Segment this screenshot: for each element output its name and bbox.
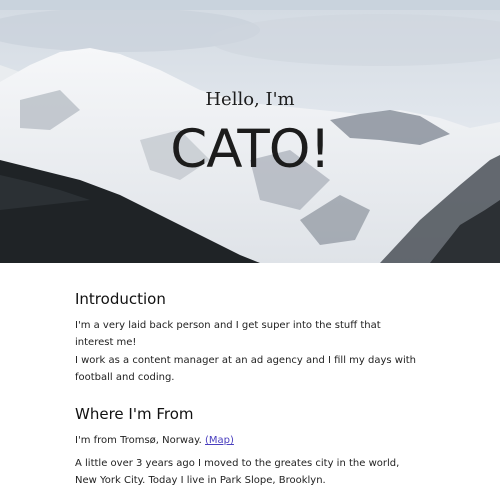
hero-greeting: Hello, I'm — [205, 89, 295, 110]
top-bar — [0, 0, 500, 10]
introduction-paragraph: I'm a very laid back person and I get su… — [75, 320, 381, 348]
introduction-heading: Introduction — [75, 290, 166, 308]
where-from-paragraph: A little over 3 years ago I moved to the… — [75, 458, 400, 486]
where-from-paragraph: I'm from Tromsø, Norway. (Map) — [75, 432, 420, 449]
where-from-text: I'm from Tromsø, Norway. — [75, 435, 206, 446]
hero-name: CATO! — [170, 119, 331, 180]
introduction-paragraph: I work as a content manager at an ad age… — [75, 355, 416, 383]
hero-banner: Hello, I'm CATO! — [0, 10, 500, 263]
map-link[interactable]: (Map) — [205, 435, 234, 446]
where-from-heading: Where I'm From — [75, 405, 194, 423]
